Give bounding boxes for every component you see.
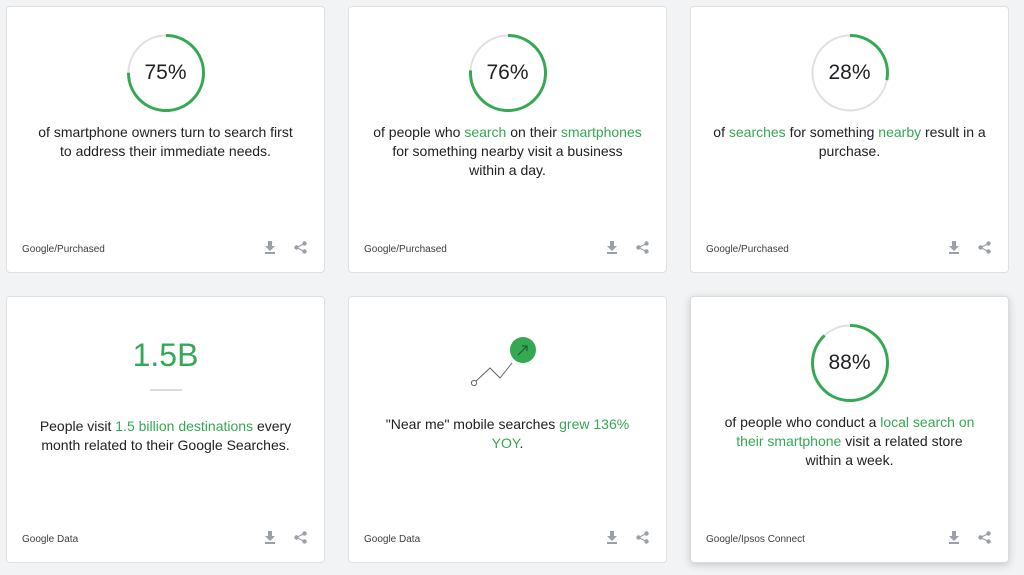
trend-up-icon: [470, 337, 536, 387]
source-label: Google/Ipsos Connect: [706, 534, 805, 545]
download-icon[interactable]: [262, 239, 278, 255]
stat-value: 28%: [828, 61, 871, 84]
download-icon[interactable]: [946, 529, 962, 545]
source-label: Google/Purchased: [364, 244, 447, 255]
stat-card-destinations: 1.5B People visit 1.5 billion destinatio…: [6, 296, 325, 563]
download-icon[interactable]: [946, 239, 962, 255]
body-text-segment: for something nearby visit a business wi…: [392, 143, 623, 178]
stat-description: of people who conduct a local search on …: [717, 413, 982, 470]
stat-description: of searches for something nearby result …: [713, 123, 986, 161]
stat-card-purchase: 28% of searches for something nearby res…: [690, 6, 1009, 273]
body-text-segment: of: [713, 124, 729, 140]
divider: [149, 389, 182, 391]
stat-card-near-me: "Near me" mobile searches grew 136% YOY.…: [348, 296, 667, 563]
body-text-segment: for something: [785, 124, 879, 140]
source-label: Google Data: [364, 534, 421, 545]
highlight-text: searches: [728, 124, 786, 140]
body-text-segment: of people who conduct a: [724, 414, 881, 430]
source-label: Google Data: [22, 534, 79, 545]
progress-ring: 28%: [810, 33, 890, 113]
progress-ring: 75%: [126, 33, 206, 113]
share-icon[interactable]: [634, 529, 650, 545]
stat-card-nearby-visit: 76% of people who search on their smartp…: [348, 6, 667, 273]
highlight-text: smartphones: [560, 124, 642, 140]
body-text-segment: .: [519, 435, 524, 451]
share-icon[interactable]: [976, 239, 992, 255]
highlight-text: nearby: [878, 124, 922, 140]
stat-value: 1.5B: [132, 337, 199, 373]
stat-value: 88%: [828, 351, 871, 374]
body-text-segment: on their: [506, 124, 561, 140]
stat-description: of smartphone owners turn to search firs…: [35, 123, 296, 161]
stat-card-smartphone-owners: 75% of smartphone owners turn to search …: [6, 6, 325, 273]
highlight-text: search: [464, 124, 507, 140]
download-icon[interactable]: [604, 239, 620, 255]
source-label: Google/Purchased: [706, 244, 789, 255]
share-icon[interactable]: [292, 239, 308, 255]
highlight-text: 1.5 billion destinations: [115, 418, 254, 434]
stat-description: of people who search on their smartphone…: [373, 123, 642, 180]
stat-description: "Near me" mobile searches grew 136% YOY.: [379, 415, 636, 453]
body-text-segment: "Near me" mobile searches: [385, 416, 560, 432]
download-icon[interactable]: [262, 529, 278, 545]
share-icon[interactable]: [634, 239, 650, 255]
body-text-segment: People visit: [39, 418, 116, 434]
share-icon[interactable]: [292, 529, 308, 545]
progress-ring: 76%: [468, 33, 548, 113]
stat-value: 76%: [486, 61, 529, 84]
download-icon[interactable]: [604, 529, 620, 545]
body-text-segment: of smartphone owners turn to search firs…: [38, 124, 293, 159]
share-icon[interactable]: [976, 529, 992, 545]
stat-card-local-search[interactable]: 88% of people who conduct a local search…: [690, 296, 1009, 563]
body-text-segment: of people who: [373, 124, 465, 140]
source-label: Google/Purchased: [22, 244, 105, 255]
stat-description: People visit 1.5 billion destinations ev…: [33, 417, 298, 455]
progress-ring: 88%: [810, 323, 890, 403]
stat-value: 75%: [144, 61, 187, 84]
